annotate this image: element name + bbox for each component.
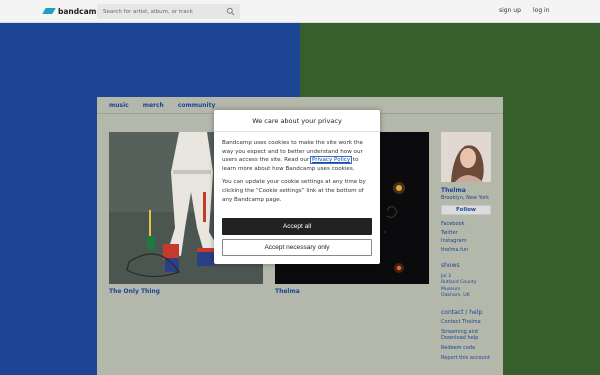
- bandcamp-logo[interactable]: bandcamp: [42, 6, 102, 16]
- nav-music[interactable]: music: [109, 102, 129, 109]
- bandcamp-logo-icon: [42, 8, 56, 14]
- facebook-link[interactable]: Facebook: [441, 221, 497, 227]
- follow-button[interactable]: Follow: [441, 205, 491, 215]
- accept-all-button[interactable]: Accept all: [222, 218, 372, 235]
- shows-heading: shows: [441, 261, 460, 269]
- report-account-link[interactable]: Report this account: [441, 355, 497, 361]
- instagram-link[interactable]: Instagram: [441, 238, 497, 244]
- artist-location: Brooklyn, New York: [441, 195, 489, 201]
- redeem-code-link[interactable]: Redeem code: [441, 345, 497, 351]
- search-input[interactable]: [97, 4, 222, 19]
- artist-avatar[interactable]: [441, 132, 491, 182]
- login-link[interactable]: log in: [533, 7, 550, 14]
- nav-community[interactable]: community: [178, 102, 216, 109]
- twitter-link[interactable]: Twitter: [441, 230, 497, 236]
- nav-merch[interactable]: merch: [143, 102, 164, 109]
- artist-name[interactable]: Thelma: [441, 187, 497, 194]
- dialog-body: Bandcamp uses cookies to make the site w…: [214, 132, 380, 204]
- privacy-policy-link[interactable]: Privacy Policy: [310, 156, 353, 165]
- cookie-consent-dialog: We care about your privacy Bandcamp uses…: [214, 110, 380, 264]
- contact-heading: contact / help: [441, 308, 483, 316]
- artist-sidebar: Thelma Brooklyn, New York Follow Faceboo…: [441, 132, 497, 361]
- dialog-title: We care about your privacy: [214, 110, 380, 132]
- download-help-link[interactable]: Download help: [441, 335, 497, 341]
- social-links: Facebook Twitter Instagram thelma.fun: [441, 221, 497, 253]
- signup-link[interactable]: sign up: [499, 7, 521, 14]
- album-title-the-only-thing[interactable]: The Only Thing: [109, 288, 263, 295]
- show-entry[interactable]: Jul 3 Rutland County Museum Oakham, UK: [441, 274, 497, 300]
- site-header: bandcamp sign up log in: [0, 0, 600, 23]
- website-link[interactable]: thelma.fun: [441, 247, 497, 253]
- accept-necessary-button[interactable]: Accept necessary only: [222, 239, 372, 256]
- contact-artist-link[interactable]: Contact Thelma: [441, 319, 497, 325]
- cookie-settings-note: You can update your cookie settings at a…: [222, 179, 366, 203]
- search-icon[interactable]: [226, 7, 235, 16]
- help-links: Contact Thelma Streaming and Download he…: [441, 319, 497, 361]
- artist-nav: music merch community: [109, 102, 215, 109]
- album-title-thelma[interactable]: Thelma: [275, 288, 429, 295]
- search-box: [97, 4, 240, 19]
- logo-text: bandcamp: [58, 6, 102, 16]
- show-place: Oakham, UK: [441, 293, 470, 298]
- cookie-explanation: Bandcamp uses cookies to make the site w…: [222, 139, 372, 173]
- artist-photo: [441, 132, 491, 182]
